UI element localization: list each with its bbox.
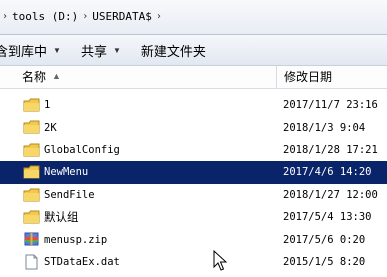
folder-icon [23,97,40,113]
include-in-library-button[interactable]: 包含到库中 ▼ [0,35,61,65]
column-header-date[interactable]: 修改日期 [277,66,387,88]
file-list: 1 2017/11/7 23:16 2K 2018/1/3 9:04 Globa… [0,94,387,273]
new-folder-label: 新建文件夹 [140,43,206,59]
folder-icon [23,119,40,135]
column-header-name[interactable]: ▲ 名称 [0,66,277,88]
chevron-right-icon[interactable]: › [2,8,8,26]
command-bar: 包含到库中 ▼ 共享 ▼ 新建文件夹 [0,35,387,66]
chevron-down-icon: ▼ [53,45,61,55]
list-item-selected[interactable]: NewMenu 2017/4/6 14:20 [0,161,387,184]
folder-icon [23,209,40,225]
sort-ascending-icon: ▲ [52,71,61,81]
include-in-library-label: 包含到库中 [0,43,48,59]
folder-icon [23,164,40,180]
list-item[interactable]: GlobalConfig 2018/1/28 17:21 [0,139,387,161]
share-label: 共享 [80,43,107,59]
chevron-right-icon[interactable]: › [82,8,88,26]
breadcrumb: › tools (D:) › USERDATA$ › [2,8,162,26]
breadcrumb-item-drive[interactable]: tools (D:) [12,8,78,26]
list-item[interactable]: SendFile 2018/1/27 12:00 [0,184,387,206]
chevron-down-icon: ▼ [112,45,121,55]
mouse-pointer-icon [213,249,228,277]
address-bar[interactable]: › tools (D:) › USERDATA$ › [0,0,387,35]
list-item[interactable]: STDataEx.dat 2015/1/5 8:20 [0,251,387,273]
column-headers: ▲ 名称 修改日期 [0,66,387,89]
folder-icon [23,187,40,203]
list-item[interactable]: menusp.zip 2017/5/6 0:20 [0,228,387,250]
list-item[interactable]: 默认组 2017/5/4 13:30 [0,206,387,228]
zip-archive-icon [23,231,40,247]
list-item[interactable]: 2K 2018/1/3 9:04 [0,116,387,138]
new-folder-button[interactable]: 新建文件夹 [141,35,206,65]
list-item[interactable]: 1 2017/11/7 23:16 [0,94,387,116]
file-icon [23,254,40,270]
share-button[interactable]: 共享 ▼ [81,35,121,65]
folder-icon [23,142,40,158]
chevron-right-icon[interactable]: › [156,8,162,26]
breadcrumb-item-folder[interactable]: USERDATA$ [92,8,152,26]
